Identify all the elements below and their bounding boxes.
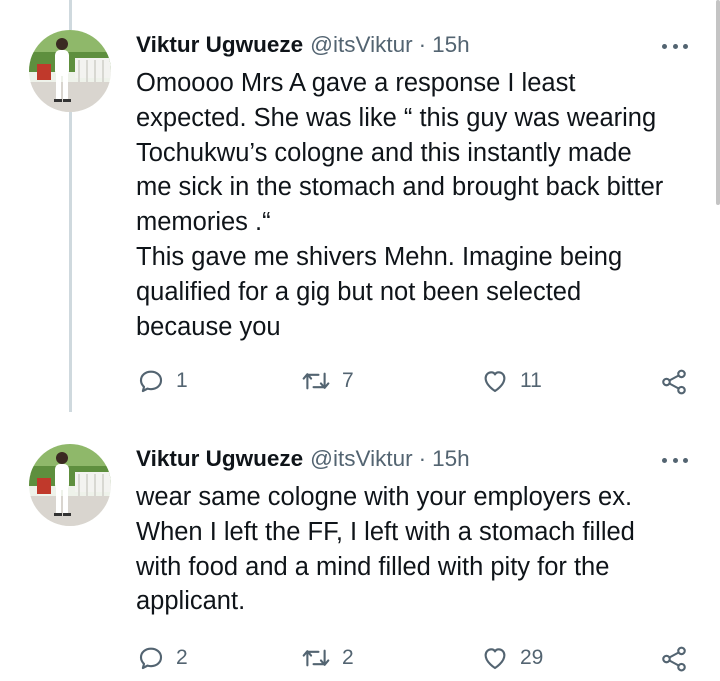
reply-button[interactable]: 2 xyxy=(136,643,188,673)
like-count: 29 xyxy=(520,646,544,669)
reply-count: 1 xyxy=(176,369,188,392)
like-icon xyxy=(484,648,506,670)
share-icon xyxy=(662,369,686,395)
separator: · xyxy=(418,446,427,471)
reply-icon xyxy=(139,370,163,393)
tweet-text: Omoooo Mrs A gave a response I least exp… xyxy=(136,66,696,344)
reply-count: 2 xyxy=(176,646,188,669)
tweet-header: Viktur Ugwueze @itsViktur · 15h xyxy=(136,32,470,62)
tweet-actions: 2 2 29 xyxy=(0,643,720,679)
avatar-photo xyxy=(29,30,111,112)
text-line: applicant. xyxy=(136,587,246,616)
retweet-count: 2 xyxy=(342,646,354,669)
tweet-1[interactable]: Viktur Ugwueze @itsViktur · 15h Omoooo M… xyxy=(0,0,720,412)
text-line: me sick in the stomach and brought back … xyxy=(136,173,664,202)
retweet-button[interactable]: 2 xyxy=(300,643,354,673)
text-line: memories .“ xyxy=(136,208,271,237)
more-icon[interactable] xyxy=(662,456,688,464)
author-handle[interactable]: @itsViktur xyxy=(310,32,412,58)
share-icon xyxy=(662,646,686,672)
tweet-2[interactable]: Viktur Ugwueze @itsViktur · 15h wear sam… xyxy=(0,412,720,681)
avatar-photo xyxy=(29,444,111,526)
like-button[interactable]: 11 xyxy=(480,366,542,396)
timestamp[interactable]: 15h xyxy=(432,32,470,58)
timestamp[interactable]: 15h xyxy=(432,446,470,472)
tweet-text: wear same cologne with your employers ex… xyxy=(136,480,696,619)
avatar[interactable] xyxy=(29,30,111,112)
like-button[interactable]: 29 xyxy=(480,643,543,673)
text-line: because you xyxy=(136,312,281,341)
tweet-header: Viktur Ugwueze @itsViktur · 15h xyxy=(136,446,470,476)
retweet-count: 7 xyxy=(342,369,354,392)
reply-icon xyxy=(139,647,163,670)
retweet-icon xyxy=(302,649,330,667)
separator: · xyxy=(418,32,427,57)
author-handle[interactable]: @itsViktur xyxy=(310,446,412,472)
text-line: When I left the FF, I left with a stomac… xyxy=(136,517,635,546)
text-line: Omoooo Mrs A gave a response I least xyxy=(136,69,576,97)
retweet-button[interactable]: 7 xyxy=(300,366,354,396)
like-count: 11 xyxy=(520,369,542,392)
tweet-actions: 1 7 11 xyxy=(0,366,720,402)
more-icon[interactable] xyxy=(662,42,688,50)
text-line: qualified for a gig but not been selecte… xyxy=(136,277,582,306)
share-button[interactable] xyxy=(659,367,689,397)
avatar[interactable] xyxy=(29,444,111,526)
text-line: wear same cologne with your employers ex… xyxy=(136,483,633,511)
text-line: This gave me shivers Mehn. Imagine being xyxy=(136,242,623,271)
like-icon xyxy=(484,371,506,393)
text-line: expected. She was like “ this guy was we… xyxy=(136,103,657,132)
author-name[interactable]: Viktur Ugwueze xyxy=(136,32,303,58)
text-line: with food and a mind filled with pity fo… xyxy=(136,552,610,581)
reply-button[interactable]: 1 xyxy=(136,366,188,396)
author-name[interactable]: Viktur Ugwueze xyxy=(136,446,303,472)
retweet-icon xyxy=(302,372,330,390)
share-button[interactable] xyxy=(659,644,689,674)
text-line: Tochukwu’s cologne and this instantly ma… xyxy=(136,138,632,167)
